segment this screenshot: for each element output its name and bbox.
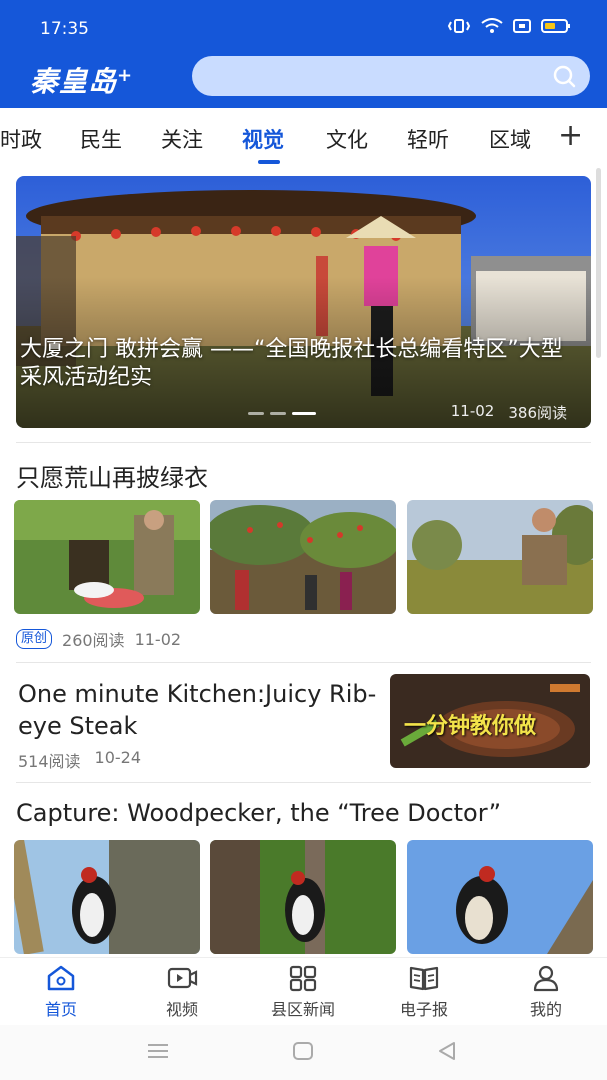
orchard-photo: [14, 500, 200, 614]
woodpecker-photo: [210, 840, 396, 954]
tab-shizheng[interactable]: 时政: [0, 124, 42, 154]
nav-label: 视频: [165, 1000, 198, 1019]
divider: [16, 442, 591, 443]
article-thumbnail[interactable]: [14, 840, 200, 954]
sim-icon: [513, 19, 531, 33]
tab-guanzhu[interactable]: 关注: [161, 124, 203, 154]
orchard-photo: [210, 500, 396, 614]
wifi-icon: [481, 18, 503, 33]
orchard-photo: [407, 500, 593, 614]
carousel-dot-active: [292, 412, 316, 415]
article-thumbnail[interactable]: [210, 840, 396, 954]
article-reads: 514阅读: [18, 752, 81, 771]
article-thumbnail[interactable]: [407, 840, 593, 954]
nav-label: 首页: [44, 1000, 77, 1019]
nav-label: 电子报: [399, 1000, 448, 1019]
logo-text: 秦皇岛: [30, 65, 118, 98]
banner-reads: 386阅读: [508, 404, 567, 422]
carousel-dot: [248, 412, 264, 415]
article-date: 10-24: [94, 748, 142, 767]
app-logo[interactable]: 秦皇岛+: [30, 60, 133, 100]
menu-icon[interactable]: [146, 1041, 170, 1061]
system-navigation-bar: [0, 1025, 607, 1080]
grid-icon: [289, 965, 317, 992]
bottom-navigation: 首页 视频 县区新闻 电子报 我的: [0, 957, 607, 1025]
nav-home[interactable]: 首页: [11, 964, 111, 1020]
back-icon[interactable]: [436, 1041, 458, 1061]
banner-meta: 11-02 386阅读: [451, 402, 567, 423]
active-tab-indicator: [258, 160, 280, 164]
article-meta: 原创 260阅读 11-02: [16, 627, 181, 651]
article-title[interactable]: One minute Kitchen:Juicy Rib-eye Steak: [18, 678, 378, 742]
carousel-dot: [270, 412, 286, 415]
app-header: 17:35 秦皇岛+: [0, 0, 607, 108]
scrollbar[interactable]: [596, 168, 601, 358]
article-reads: 260阅读: [62, 631, 125, 650]
divider: [16, 662, 591, 663]
article-title[interactable]: 只愿荒山再披绿衣: [16, 458, 208, 493]
article-thumbnail[interactable]: [407, 500, 593, 614]
banner-date: 11-02: [450, 402, 495, 420]
nav-video[interactable]: 视频: [132, 964, 232, 1020]
carousel-indicator: [248, 412, 316, 415]
banner-title[interactable]: 大厦之门 敢拼会赢 ——“全国晚报社长总编看特区”大型采风活动纪实: [20, 336, 580, 392]
tab-shijue[interactable]: 视觉: [242, 124, 284, 154]
newspaper-icon: [409, 966, 439, 991]
banner-carousel[interactable]: 大厦之门 敢拼会赢 ——“全国晚报社长总编看特区”大型采风活动纪实 11-02 …: [16, 176, 591, 428]
profile-icon: [533, 965, 559, 992]
add-tab-button[interactable]: +: [558, 118, 583, 153]
article-thumbnail[interactable]: [14, 500, 200, 614]
category-tabs: 时政 民生 关注 视觉 文化 轻听 区域 +: [0, 108, 607, 166]
search-bar[interactable]: [192, 56, 590, 96]
battery-icon: [541, 19, 570, 33]
thumbnail-caption: 一分钟教你做: [404, 714, 537, 739]
app-screen: 17:35 秦皇岛+ 时政 民生 关注 视觉 文化 轻听 区域 + 大厦之门 敢…: [0, 0, 607, 1080]
status-time: 17:35: [40, 19, 89, 39]
status-bar: 17:35: [0, 0, 607, 56]
logo-plus: +: [117, 65, 134, 86]
search-icon[interactable]: [552, 64, 576, 88]
status-icons: [447, 18, 571, 34]
article-thumbnail[interactable]: 一分钟教你做: [390, 674, 590, 768]
nav-profile[interactable]: 我的: [496, 964, 596, 1020]
nav-label: 县区新闻: [270, 1000, 335, 1019]
home-icon: [47, 965, 75, 991]
woodpecker-photo: [407, 840, 593, 954]
original-badge: 原创: [16, 629, 53, 649]
nav-county-news[interactable]: 县区新闻: [253, 964, 353, 1020]
article-title[interactable]: Capture: Woodpecker, the “Tree Doctor”: [16, 799, 501, 827]
article-thumbnail[interactable]: [210, 500, 396, 614]
nav-e-paper[interactable]: 电子报: [374, 964, 474, 1020]
tab-minsheng[interactable]: 民生: [80, 124, 122, 154]
home-button-icon[interactable]: [292, 1041, 314, 1061]
tab-qingting[interactable]: 轻听: [407, 124, 449, 154]
tab-wenhua[interactable]: 文化: [326, 124, 368, 154]
vibrate-icon: [447, 19, 471, 33]
tab-quyu[interactable]: 区域: [489, 124, 531, 154]
woodpecker-photo: [14, 840, 200, 954]
nav-label: 我的: [529, 1000, 562, 1019]
article-meta: 514阅读 10-24: [18, 748, 141, 772]
video-icon: [167, 967, 198, 989]
article-date: 11-02: [134, 629, 182, 649]
divider: [16, 782, 591, 783]
